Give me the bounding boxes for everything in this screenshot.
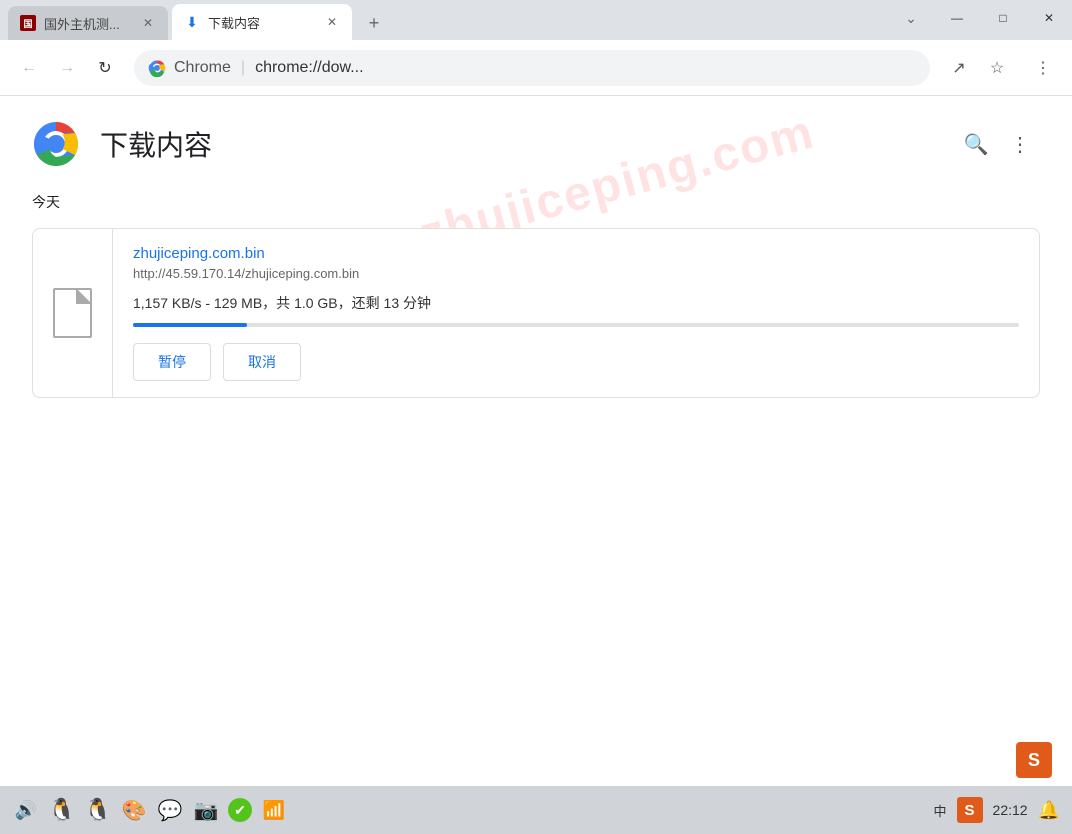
progress-bar-background	[133, 323, 1019, 327]
download-filename[interactable]: zhujiceping.com.bin	[133, 245, 1019, 262]
tab-inactive[interactable]: 国 国外主机测... ✕	[8, 6, 168, 40]
pause-button[interactable]: 暂停	[133, 343, 211, 381]
back-button[interactable]: ←	[12, 51, 46, 85]
tab-inactive-close[interactable]: ✕	[140, 15, 156, 31]
sogou-taskbar-icon[interactable]: S	[957, 797, 983, 823]
new-tab-button[interactable]: +	[356, 6, 392, 40]
camera-icon[interactable]: 📷	[192, 796, 220, 824]
tab-inactive-title: 国外主机测...	[44, 14, 132, 33]
check-icon[interactable]: ✔	[228, 798, 252, 822]
progress-bar-fill	[133, 323, 247, 327]
download-status: 1,157 KB/s - 129 MB，共 1.0 GB，还剩 13 分钟	[133, 293, 1019, 313]
main-content: zhujiceping.com 下载内容 🔍 ⋮ 今天	[0, 96, 1072, 786]
download-details: zhujiceping.com.bin http://45.59.170.14/…	[113, 229, 1039, 397]
download-url: http://45.59.170.14/zhujiceping.com.bin	[133, 266, 1019, 281]
wechat-icon[interactable]: 💬	[156, 796, 184, 824]
taskbar: 🔊 🐧 🐧 🎨 💬 📷 ✔ 📶 中 S 22:12 🔔	[0, 786, 1072, 834]
download-tab-favicon: ⬇	[184, 14, 200, 30]
download-card: zhujiceping.com.bin http://45.59.170.14/…	[32, 228, 1040, 398]
search-icon-button[interactable]: 🔍	[956, 124, 996, 164]
address-actions: ↗ ☆	[942, 51, 1014, 85]
color-icon[interactable]: 🎨	[120, 796, 148, 824]
bookmark-button[interactable]: ☆	[980, 51, 1014, 85]
more-icon: ⋮	[1010, 132, 1030, 157]
chrome-logo	[32, 120, 80, 168]
address-bar: ← → ↻ Chrome | chrome://dow... ↗ ☆ ⋮	[0, 40, 1072, 96]
search-icon: 🔍	[964, 132, 989, 157]
chevron-down-button[interactable]: ⌄	[888, 1, 934, 35]
download-actions: 暂停 取消	[133, 343, 1019, 381]
tab-area: 国 国外主机测... ✕ ⬇ 下载内容 ✕ +	[0, 4, 888, 40]
tab-inactive-favicon: 国	[20, 15, 36, 31]
tencent-qq1-icon[interactable]: 🐧	[48, 796, 76, 824]
page-header-actions: 🔍 ⋮	[956, 124, 1040, 164]
tab-active-close[interactable]: ✕	[324, 14, 340, 30]
volume-icon[interactable]: 🔊	[12, 796, 40, 824]
reload-button[interactable]: ↻	[88, 51, 122, 85]
forward-button[interactable]: →	[50, 51, 84, 85]
share-button[interactable]: ↗	[942, 51, 976, 85]
url-chrome-label: Chrome	[174, 59, 231, 77]
browser-menu-button[interactable]: ⋮	[1026, 51, 1060, 85]
wifi-icon[interactable]: 📶	[260, 796, 288, 824]
maximize-button[interactable]: □	[980, 1, 1026, 35]
tab-active-title: 下载内容	[208, 13, 316, 32]
page-title: 下载内容	[100, 124, 212, 164]
download-file-icon-area	[33, 229, 113, 397]
clock: 22:12	[993, 802, 1028, 818]
title-bar: 国 国外主机测... ✕ ⬇ 下载内容 ✕ + ⌄ — □ ✕	[0, 0, 1072, 40]
notification-button[interactable]: 🔔	[1038, 800, 1060, 821]
close-button[interactable]: ✕	[1026, 1, 1072, 35]
cancel-button[interactable]: 取消	[223, 343, 301, 381]
file-icon	[53, 288, 92, 338]
window-controls: ⌄ — □ ✕	[888, 0, 1072, 40]
url-separator: |	[241, 59, 245, 77]
sogou-watermark: S	[1016, 742, 1052, 778]
url-bar[interactable]: Chrome | chrome://dow...	[134, 50, 930, 86]
page-menu-button[interactable]: ⋮	[1000, 124, 1040, 164]
section-today: 今天	[0, 184, 1072, 220]
tencent-qq2-icon[interactable]: 🐧	[84, 796, 112, 824]
language-indicator[interactable]: 中	[934, 801, 947, 820]
minimize-button[interactable]: —	[934, 1, 980, 35]
taskbar-right: 中 S 22:12 🔔	[934, 797, 1060, 823]
chrome-icon	[148, 59, 166, 77]
url-path: chrome://dow...	[255, 59, 364, 77]
page-header: 下载内容 🔍 ⋮	[0, 96, 1072, 184]
tab-active[interactable]: ⬇ 下载内容 ✕	[172, 4, 352, 40]
